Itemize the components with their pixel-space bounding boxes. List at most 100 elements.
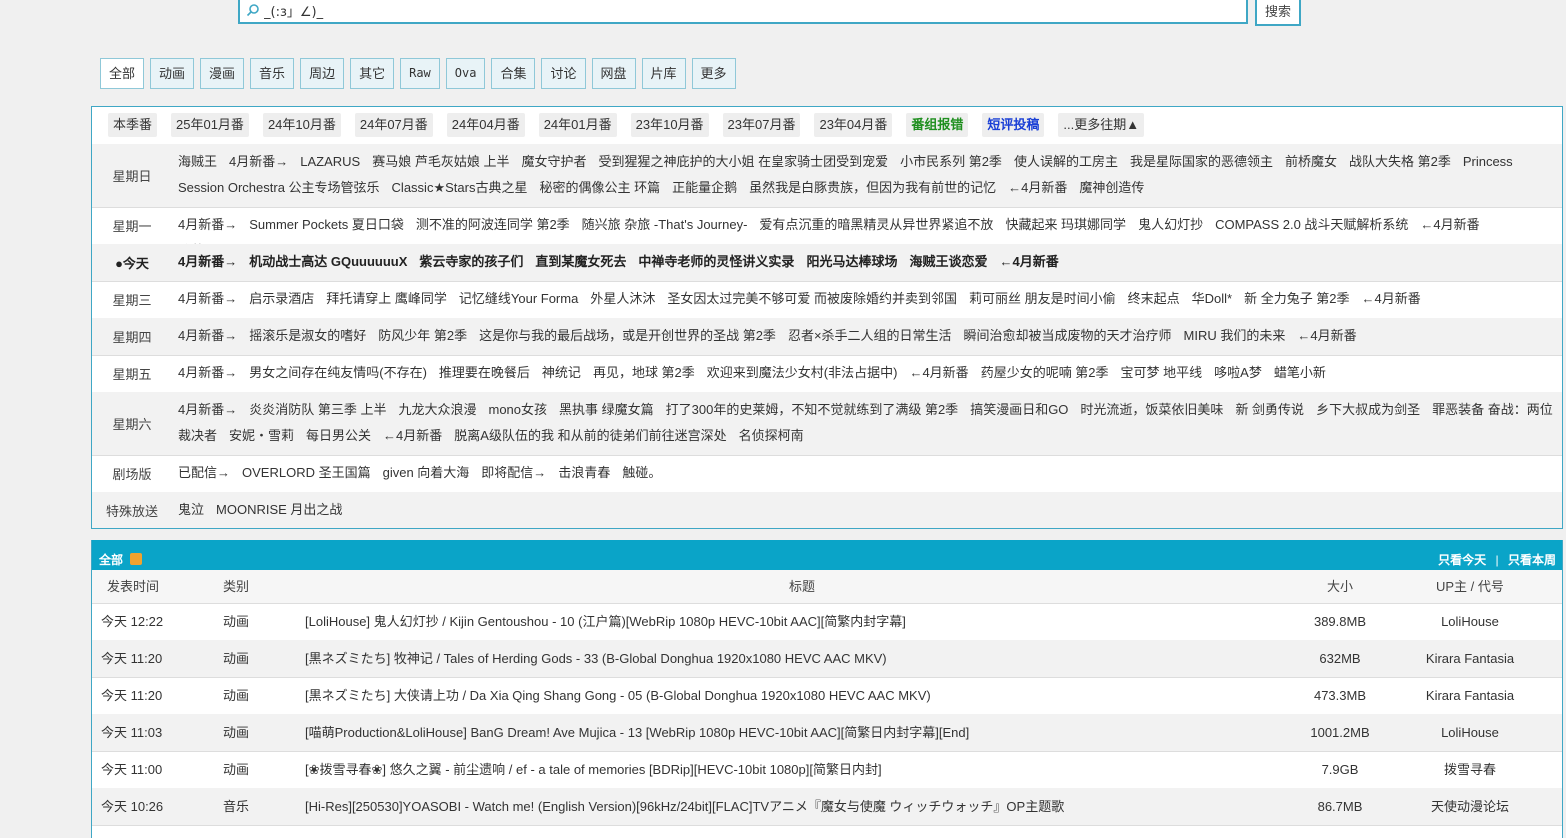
title-link[interactable]: [喵萌Production&LoliHouse] BanG Dream! Ave… <box>305 714 969 751</box>
anime-link[interactable]: Classic★Stars古典之星 <box>392 180 528 195</box>
season-tab[interactable]: 24年04月番 <box>446 113 525 137</box>
category-tab[interactable]: 周边 <box>300 58 345 89</box>
category-tab[interactable]: 音乐 <box>250 58 295 89</box>
anime-link[interactable]: 神统记 <box>542 365 581 380</box>
anime-link[interactable]: 4月新番→ <box>178 217 237 232</box>
anime-link[interactable]: ←4月新番 <box>999 254 1058 269</box>
anime-link[interactable]: Summer Pockets 夏日口袋 <box>249 217 404 232</box>
season-tab[interactable]: 短评投稿 <box>982 113 1045 137</box>
uploader-link[interactable]: Kirara Fantasia <box>1410 677 1530 714</box>
anime-link[interactable]: 乡下大叔成为剑圣 <box>1316 402 1420 417</box>
anime-link[interactable]: 再见，地球 第2季 <box>593 365 695 380</box>
anime-link[interactable]: 小市民系列 第2季 <box>900 154 1002 169</box>
anime-link[interactable]: 4月新番→ <box>178 254 237 269</box>
anime-link[interactable]: 虽然我是白豚贵族，但因为我有前世的记忆 <box>749 180 996 195</box>
anime-link[interactable]: 4月新番→ <box>178 291 237 306</box>
category-tab[interactable]: 更多 <box>691 58 736 89</box>
uploader-link[interactable]: 天使动漫论坛 <box>1410 788 1530 825</box>
title-link[interactable]: [黒ネズミたち] 牧神记 / Tales of Herding Gods - 3… <box>305 640 887 677</box>
anime-link[interactable]: 宝可梦 地平线 <box>1121 365 1203 380</box>
category-tab[interactable]: Ova <box>445 58 486 89</box>
anime-link[interactable]: 快藏起来 玛琪娜同学 <box>1005 217 1126 232</box>
filter-today-link[interactable]: 只看今天 <box>1438 553 1486 567</box>
col-size[interactable]: 大小 <box>1327 570 1353 603</box>
anime-link[interactable]: 即将配信→ <box>481 465 546 480</box>
anime-link[interactable]: 炎炎消防队 第三季 上半 <box>249 402 386 417</box>
anime-link[interactable]: 九龙大众浪漫 <box>398 402 476 417</box>
anime-link[interactable]: 我是星际国家的恶德领主 <box>1130 154 1273 169</box>
anime-link[interactable]: 时光流逝，饭菜依旧美味 <box>1080 402 1223 417</box>
anime-link[interactable]: 海贼王 <box>178 154 217 169</box>
anime-link[interactable]: ←4月新番 <box>1008 180 1067 195</box>
title-link[interactable]: [Hi-Res][250530]YOASOBI - Watch me! (Eng… <box>305 788 1064 825</box>
anime-link[interactable]: 正能量企鹅 <box>672 180 737 195</box>
category-link[interactable]: 音乐 <box>223 788 249 825</box>
category-tab[interactable]: 讨论 <box>541 58 586 89</box>
category-tab[interactable]: 网盘 <box>591 58 636 89</box>
anime-link[interactable]: 爱有点沉重的暗黑精灵从异世界紧追不放 <box>759 217 993 232</box>
anime-link[interactable]: MOONRISE 月出之战 <box>216 502 342 517</box>
anime-link[interactable]: 记忆缝线Your Forma <box>459 291 578 306</box>
uploader-link[interactable]: Kirara Fantasia <box>1410 640 1530 677</box>
anime-link[interactable]: 防风少年 第2季 <box>378 328 467 343</box>
anime-link[interactable]: 推理要在晚餐后 <box>439 365 530 380</box>
season-tab[interactable]: 番组报错 <box>906 113 969 137</box>
anime-link[interactable]: LAZARUS <box>300 154 360 169</box>
anime-link[interactable]: 每日男公关 <box>306 428 371 443</box>
anime-link[interactable]: 脱离A级队伍的我 和从前的徒弟们前往迷宫深处 <box>454 428 726 443</box>
anime-link[interactable]: 已配信→ <box>178 465 230 480</box>
anime-link[interactable]: 外星人沐沐 <box>590 291 655 306</box>
anime-link[interactable]: 蜡笔小新 <box>1274 365 1326 380</box>
title-link[interactable]: [黒ネズミたち] 大侠请上功 / Da Xia Qing Shang Gong … <box>305 677 931 714</box>
col-time[interactable]: 发表时间 <box>107 570 159 603</box>
anime-link[interactable]: 莉可丽丝 朋友是时间小偷 <box>969 291 1116 306</box>
title-link[interactable]: [LoliHouse] 鬼人幻灯抄 / Kijin Gentoushou - 1… <box>305 603 906 640</box>
anime-link[interactable]: 中禅寺老师的灵怪讲义实录 <box>638 254 794 269</box>
search-input[interactable] <box>264 0 1224 20</box>
season-tab[interactable]: ...更多往期▲ <box>1058 113 1145 137</box>
anime-link[interactable]: 华Doll* <box>1192 291 1232 306</box>
category-tab[interactable]: Raw <box>400 58 440 89</box>
anime-link[interactable]: ←4月新番 <box>1297 328 1356 343</box>
anime-link[interactable]: ←4月新番 <box>1420 217 1479 232</box>
anime-link[interactable]: MIRU 我们的未来 <box>1184 328 1286 343</box>
season-tab[interactable]: 24年07月番 <box>354 113 433 137</box>
category-tab[interactable]: 其它 <box>350 58 395 89</box>
anime-link[interactable]: ←4月新番 <box>383 428 442 443</box>
category-link[interactable]: 动画 <box>223 603 249 640</box>
anime-link[interactable]: 打了300年的史莱姆，不知不觉就练到了满级 第2季 <box>666 402 959 417</box>
uploader-link[interactable]: LoliHouse <box>1410 603 1530 640</box>
anime-link[interactable]: 鬼泣 <box>178 502 204 517</box>
search-button[interactable]: 搜索 <box>1255 0 1301 26</box>
title-link[interactable]: [❀拨雪寻春❀] 悠久之翼 - 前尘遗响 / ef - a tale of me… <box>305 751 882 788</box>
anime-link[interactable]: 摇滚乐是淑女的嗜好 <box>249 328 366 343</box>
anime-link[interactable]: 瞬间治愈却被当成废物的天才治疗师 <box>964 328 1172 343</box>
anime-link[interactable]: ←4月新番 <box>909 365 968 380</box>
anime-link[interactable]: 受到猩猩之神庇护的大小姐 在皇家骑士团受到宠爱 <box>598 154 888 169</box>
anime-link[interactable]: 4月新番→ <box>178 328 237 343</box>
season-tab[interactable]: 23年10月番 <box>630 113 709 137</box>
anime-link[interactable]: 前桥魔女 <box>1285 154 1337 169</box>
anime-link[interactable]: 战队大失格 第2季 <box>1349 154 1451 169</box>
anime-link[interactable]: 忍者×杀手二人组的日常生活 <box>788 328 952 343</box>
season-tab[interactable]: 24年01月番 <box>538 113 617 137</box>
anime-link[interactable]: 使人误解的工房主 <box>1014 154 1118 169</box>
category-tab[interactable]: 全部 <box>100 58 145 89</box>
anime-link[interactable]: 测不准的阿波连同学 第2季 <box>416 217 570 232</box>
anime-link[interactable]: 名侦探柯南 <box>739 428 804 443</box>
category-link[interactable]: 动画 <box>223 714 249 751</box>
anime-link[interactable]: 阳光马达棒球场 <box>806 254 897 269</box>
col-title[interactable]: 标题 <box>789 570 815 603</box>
season-tab[interactable]: 23年04月番 <box>814 113 893 137</box>
anime-link[interactable]: 安妮・雪莉 <box>229 428 294 443</box>
season-tab[interactable]: 24年10月番 <box>262 113 341 137</box>
anime-link[interactable]: OVERLORD 圣王国篇 <box>242 465 371 480</box>
category-link[interactable]: 动画 <box>223 640 249 677</box>
category-link[interactable]: 动画 <box>223 751 249 788</box>
anime-link[interactable]: 4月新番→ <box>178 402 237 417</box>
category-link[interactable]: 动画 <box>223 677 249 714</box>
anime-link[interactable]: 这是你与我的最后战场，或是开创世界的圣战 第2季 <box>479 328 776 343</box>
anime-link[interactable]: mono女孩 <box>488 402 547 417</box>
search-box[interactable] <box>238 0 1248 24</box>
anime-link[interactable]: 鬼人幻灯抄 <box>1138 217 1203 232</box>
